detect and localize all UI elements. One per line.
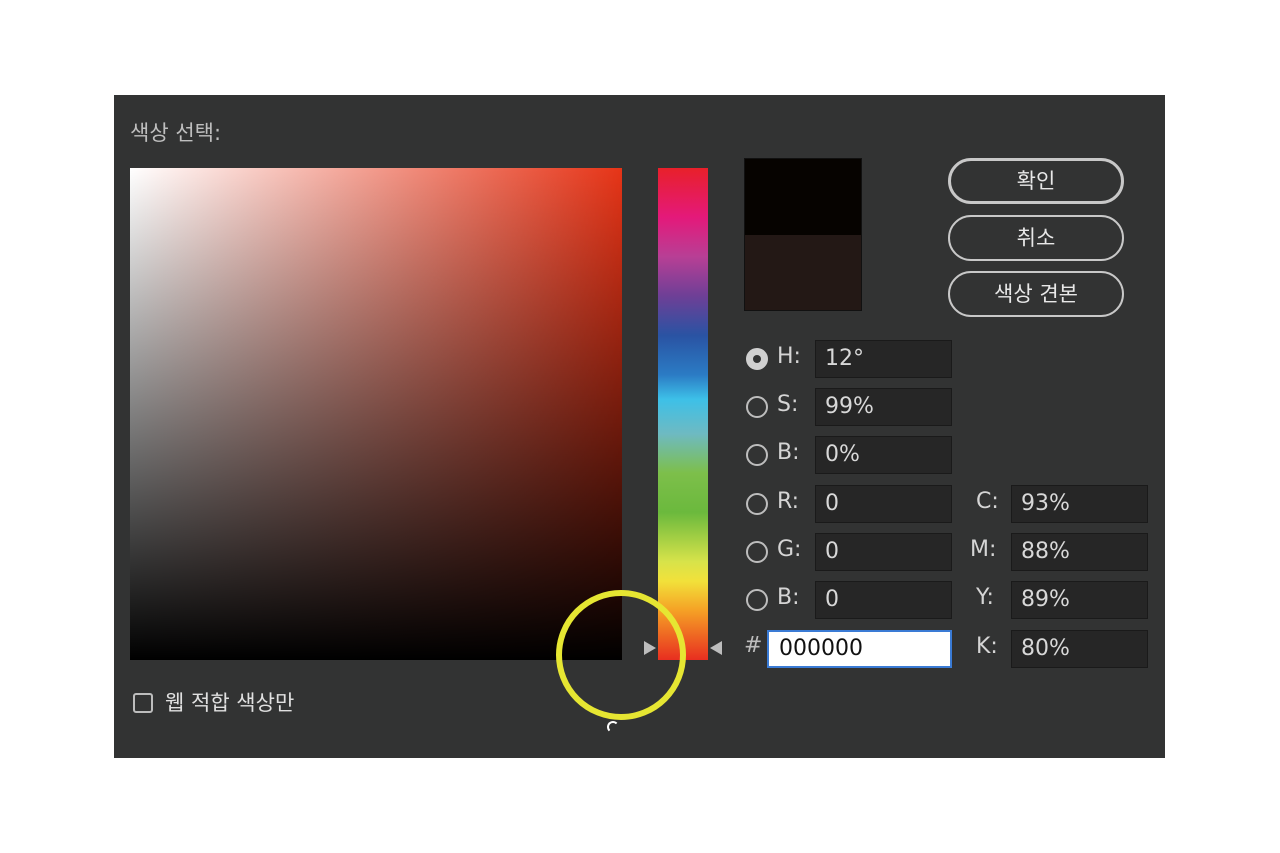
green-row: G: 0 [746, 533, 956, 573]
hex-input[interactable]: 000000 [767, 630, 952, 668]
yellow-row: Y: 89% [969, 581, 1149, 621]
magenta-field[interactable]: 88% [1011, 533, 1148, 571]
saturation-brightness-field[interactable] [130, 168, 622, 733]
saturation-label: S: [777, 392, 799, 417]
color-swatches-button[interactable]: 색상 견본 [948, 271, 1124, 317]
highlight-circle-annotation [556, 590, 686, 720]
dialog-title: 색상 선택: [130, 121, 222, 145]
hue-slider[interactable] [658, 168, 708, 660]
brightness-radio[interactable] [746, 444, 768, 466]
ok-button[interactable]: 확인 [948, 158, 1124, 204]
black-field[interactable]: 80% [1011, 630, 1148, 668]
cyan-field[interactable]: 93% [1011, 485, 1148, 523]
hue-slider-right-arrow-icon[interactable] [710, 641, 722, 655]
green-radio[interactable] [746, 541, 768, 563]
hue-radio[interactable] [746, 348, 768, 370]
blue-field[interactable]: 0 [815, 581, 952, 619]
hue-row: H: 12° [746, 340, 956, 380]
brightness-row: B: 0% [746, 436, 956, 476]
color-preview [744, 158, 862, 311]
green-label: G: [777, 537, 802, 562]
red-label: R: [777, 489, 800, 514]
saturation-field[interactable]: 99% [815, 388, 952, 426]
blue-label: B: [777, 585, 800, 610]
black-row: K: 80% [969, 630, 1149, 670]
yellow-label: Y: [976, 585, 994, 610]
green-field[interactable]: 0 [815, 533, 952, 571]
color-selection-marker[interactable] [607, 721, 619, 733]
hue-label: H: [777, 344, 801, 369]
blue-radio[interactable] [746, 589, 768, 611]
web-colors-label: 웹 적합 색상만 [165, 691, 295, 715]
hue-field[interactable]: 12° [815, 340, 952, 378]
blue-row: B: 0 [746, 581, 956, 621]
yellow-field[interactable]: 89% [1011, 581, 1148, 619]
brightness-field[interactable]: 0% [815, 436, 952, 474]
magenta-label: M: [970, 537, 997, 562]
new-color-swatch [745, 159, 861, 235]
magenta-row: M: 88% [969, 533, 1149, 573]
hex-label: # [744, 633, 763, 658]
black-label: K: [976, 634, 998, 659]
saturation-row: S: 99% [746, 388, 956, 428]
cyan-row: C: 93% [969, 485, 1149, 525]
red-field[interactable]: 0 [815, 485, 952, 523]
current-color-swatch[interactable] [745, 235, 861, 310]
red-radio[interactable] [746, 493, 768, 515]
web-colors-checkbox[interactable] [133, 693, 153, 713]
cancel-button[interactable]: 취소 [948, 215, 1124, 261]
brightness-label: B: [777, 440, 800, 465]
saturation-radio[interactable] [746, 396, 768, 418]
red-row: R: 0 [746, 485, 956, 525]
cyan-label: C: [976, 489, 999, 514]
